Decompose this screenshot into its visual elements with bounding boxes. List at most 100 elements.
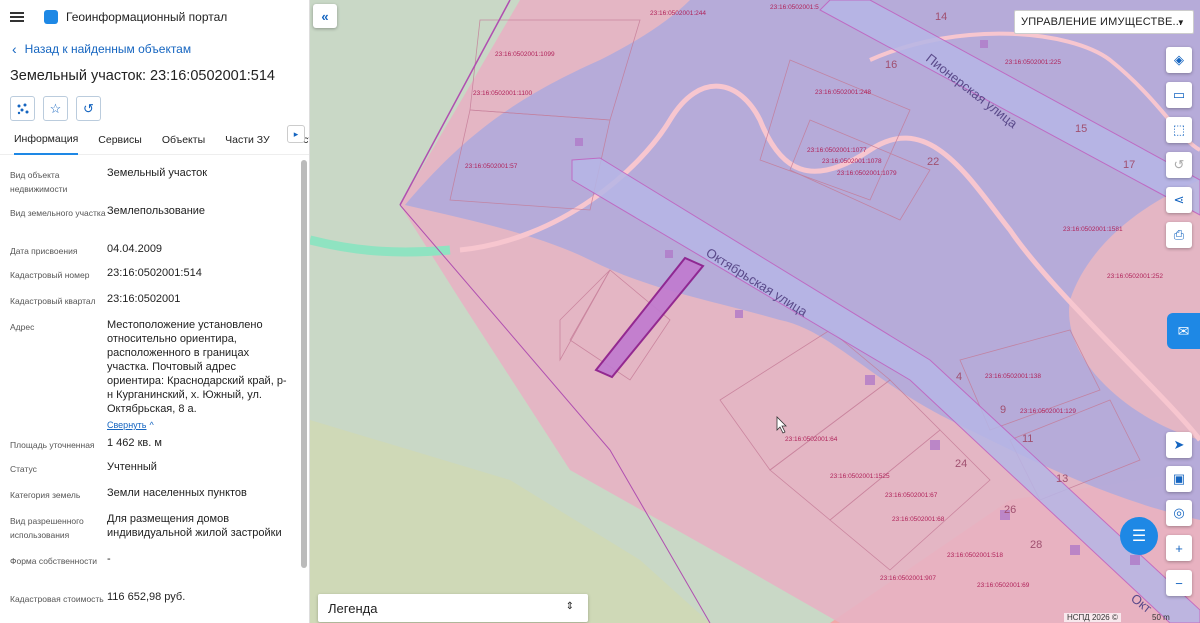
share-button[interactable]: ⋖ [1166, 187, 1192, 213]
property-value: 116 652,98 руб. [107, 591, 186, 603]
parcel-label: 23:16:0502001:1581 [1063, 226, 1123, 233]
history-icon: ↺ [83, 100, 94, 116]
layers-button[interactable]: ◈ [1166, 47, 1192, 73]
parcel-label: 23:16:0502001:129 [1020, 408, 1076, 415]
parcel-label: 23:16:0502001:57 [465, 163, 518, 170]
locate-button[interactable]: ◎ [1166, 500, 1192, 526]
property-value: Земельный участок [107, 167, 208, 179]
property-value: 23:16:0502001 [107, 293, 181, 305]
property-label: Форма собственности [10, 556, 97, 566]
geolocation-button[interactable]: ➤ [1166, 432, 1192, 458]
expand-icon: ⇕ [565, 601, 574, 612]
property-label: Категория земель [10, 490, 81, 500]
ruler-button[interactable]: ▭ [1166, 82, 1192, 108]
minimap-button[interactable]: ▣ [1166, 466, 1192, 492]
menu-icon[interactable] [10, 12, 24, 22]
cadastral-map[interactable]: Октябрьская улица Пионерская улица Окт 2… [310, 0, 1200, 623]
property-row: Вид разрешенного использования Для разме… [0, 511, 300, 551]
property-row: Площадь уточненная 1 462 кв. м [0, 435, 300, 459]
collapse-link[interactable]: Свернуть [107, 420, 146, 430]
parcel-label: 23:16:0502001:518 [947, 552, 1003, 559]
back-link[interactable]: ‹ Назад к найденным объектам [0, 34, 309, 62]
property-label: Вид объекта недвижимости [10, 170, 68, 194]
minus-icon: − [1175, 575, 1183, 591]
info-panel: Геоинформационный портал ‹ Назад к найде… [0, 0, 310, 623]
print-icon: ⎙ [1173, 227, 1185, 242]
chat-icon: ☰ [1131, 528, 1147, 545]
property-label: Вид земельного участка [10, 208, 106, 218]
target-icon: ◎ [1173, 505, 1185, 520]
locate-object-button[interactable] [10, 96, 35, 121]
scatter-icon [17, 103, 28, 114]
support-icon: ✉ [1177, 322, 1190, 339]
support-button[interactable]: ✉ [1167, 313, 1200, 349]
property-row: Форма собственности - [0, 551, 300, 589]
map-copyright: НСПД 2026 © [1064, 613, 1121, 622]
select-area-button[interactable]: ⬚ [1166, 117, 1192, 143]
parcel-label: 23:16:0502001:69 [977, 582, 1030, 589]
property-row: Кадастровый квартал 23:16:0502001 [0, 291, 300, 317]
history-button[interactable]: ↺ [76, 96, 101, 121]
house-number: 11 [1022, 433, 1033, 445]
action-bar: ☆ ↺ [0, 84, 309, 121]
zoom-in-button[interactable]: + [1166, 535, 1192, 561]
select-area-icon: ⬚ [1172, 122, 1186, 137]
house-number: 26 [1004, 504, 1016, 516]
print-button[interactable]: ⎙ [1166, 222, 1192, 248]
house-number: 13 [1056, 473, 1068, 485]
property-row: Адрес Местоположение установлено относит… [0, 317, 300, 435]
parcel-label: 23:16:0502001:68 [892, 516, 945, 523]
house-number: 16 [885, 59, 897, 71]
house-number: 24 [955, 458, 967, 470]
collapse-panel-button[interactable]: « [313, 4, 337, 28]
parcel-label: 23:16:0502001:244 [650, 10, 706, 17]
parcel-label: 23:16:0502001:1077 [807, 147, 867, 154]
property-label: Кадастровый номер [10, 270, 90, 280]
navigation-icon: ➤ [1173, 437, 1185, 452]
chevron-down-icon: ▼ [1176, 18, 1185, 27]
layer-select[interactable]: УПРАВЛЕНИЕ ИМУЩЕСТВЕ... ▼ [1014, 10, 1194, 34]
chat-button[interactable]: ☰ [1120, 517, 1158, 555]
parcel-label: 23:16:0502001:252 [1107, 273, 1163, 280]
property-row: Вид объекта недвижимости Земельный участ… [0, 165, 300, 203]
history-map-button[interactable]: ↺ [1166, 152, 1192, 178]
house-number: 28 [1030, 539, 1042, 551]
tab-services[interactable]: Сервисы [98, 134, 142, 154]
property-row: Категория земель Земли населенных пункто… [0, 485, 300, 511]
property-value: Землепользование [107, 205, 206, 217]
property-row: Статус Учтенный [0, 459, 300, 485]
parcel-label: 23:16:0502001:1099 [495, 51, 555, 58]
plus-icon: + [1175, 540, 1183, 556]
favorite-button[interactable]: ☆ [43, 96, 68, 121]
property-row: Кадастровый номер 23:16:0502001:514 [0, 265, 300, 291]
house-number: 14 [935, 11, 947, 23]
house-number: 17 [1123, 159, 1135, 171]
tab-objects[interactable]: Объекты [162, 134, 205, 154]
parcel-label: 23:16:0502001:907 [880, 575, 936, 582]
legend-button[interactable]: Легенда ⇕ [318, 594, 588, 622]
tabs-next-button[interactable]: ▸ [287, 125, 305, 143]
property-label: Статус [10, 464, 37, 474]
parcel-label: 23:16:0502001:1100 [473, 90, 533, 97]
house-number: 15 [1075, 123, 1087, 135]
layers-icon: ◈ [1174, 52, 1184, 67]
tab-info[interactable]: Информация [14, 133, 79, 155]
zoom-out-button[interactable]: − [1166, 570, 1192, 596]
back-label: Назад к найденным объектам [24, 42, 192, 56]
house-number: 4 [956, 371, 962, 383]
panel-scrollbar[interactable] [301, 160, 307, 568]
parcel-label: 23:16:0502001:225 [1005, 59, 1061, 66]
tab-parts[interactable]: Части ЗУ [225, 134, 270, 154]
layer-select-value: УПРАВЛЕНИЕ ИМУЩЕСТВЕ... [1021, 16, 1183, 28]
house-number: 9 [1000, 404, 1006, 416]
parcel-label: 23:16:0502001:1079 [837, 170, 897, 177]
parcel-label: 23:16:0502001:5 [770, 4, 819, 11]
map-scale: 50 m [1152, 613, 1170, 622]
property-row: Дата присвоения 04.04.2009 [0, 241, 300, 265]
property-label: Кадастровый квартал [10, 296, 96, 306]
property-value: - [107, 553, 111, 565]
property-value: 23:16:0502001:514 [107, 267, 202, 279]
chevron-left-icon: ‹ [12, 41, 17, 57]
map-canvas[interactable]: Октябрьская улица Пионерская улица Окт 2… [310, 0, 1200, 623]
property-value: Учтенный [107, 461, 157, 473]
